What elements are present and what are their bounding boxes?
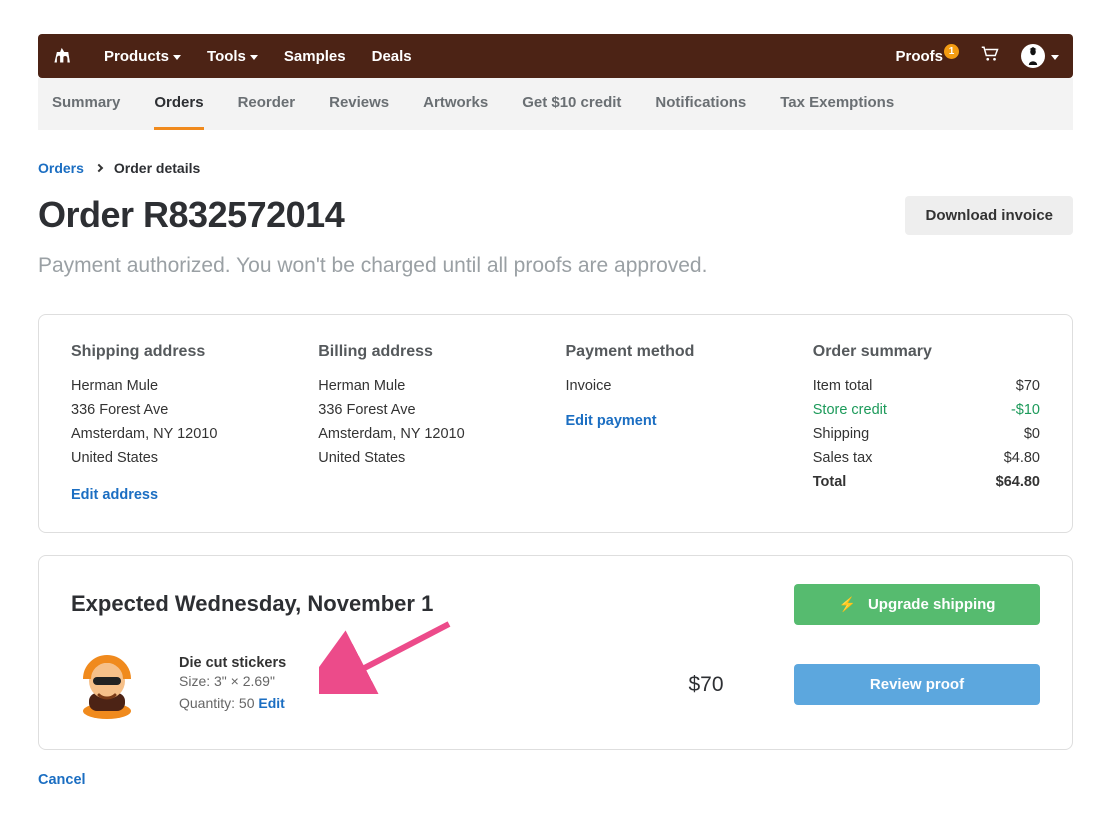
breadcrumb: Orders Order details (38, 160, 1073, 176)
order-summary-title: Order summary (813, 343, 1040, 361)
summary-credit-value: -$10 (1011, 399, 1040, 423)
bolt-icon: ⚡ (839, 596, 856, 613)
shipping-address-title: Shipping address (71, 343, 298, 361)
logo-icon[interactable] (52, 46, 78, 66)
summary-credit-label: Store credit (813, 399, 887, 423)
item-name: Die cut stickers (179, 655, 618, 671)
page-title: Order R832572014 (38, 194, 344, 236)
nav-tools[interactable]: Tools (207, 48, 258, 65)
item-size: Size: 3" × 2.69" (179, 671, 618, 693)
nav-deals[interactable]: Deals (372, 48, 412, 65)
summary-item-total-value: $70 (1016, 375, 1040, 399)
tab-tax-exemptions[interactable]: Tax Exemptions (780, 78, 894, 130)
shipping-line2: Amsterdam, NY 12010 (71, 423, 298, 447)
avatar (1021, 44, 1045, 68)
summary-tax-value: $4.80 (1004, 447, 1040, 471)
chevron-down-icon (173, 55, 181, 60)
shipping-line1: 336 Forest Ave (71, 399, 298, 423)
summary-shipping-label: Shipping (813, 423, 869, 447)
summary-total-label: Total (813, 471, 847, 495)
summary-total-value: $64.80 (996, 471, 1040, 495)
edit-payment-link[interactable]: Edit payment (566, 413, 657, 429)
account-menu[interactable] (1021, 44, 1059, 68)
tab-artworks[interactable]: Artworks (423, 78, 488, 130)
payment-status: Payment authorized. You won't be charged… (38, 254, 1073, 278)
expected-delivery: Expected Wednesday, November 1 (71, 591, 433, 617)
review-proof-button[interactable]: Review proof (794, 664, 1040, 705)
summary-shipping-value: $0 (1024, 423, 1040, 447)
proofs-badge: 1 (944, 44, 959, 59)
item-quantity: Quantity: 50 (179, 695, 255, 711)
nav-products[interactable]: Products (104, 48, 181, 65)
upgrade-shipping-button[interactable]: ⚡ Upgrade shipping (794, 584, 1040, 625)
payment-method-title: Payment method (566, 343, 793, 361)
chevron-right-icon (95, 164, 103, 172)
cart-icon[interactable] (981, 46, 999, 67)
download-invoice-button[interactable]: Download invoice (905, 196, 1073, 235)
cancel-link[interactable]: Cancel (38, 772, 86, 788)
tab-notifications[interactable]: Notifications (655, 78, 746, 130)
chevron-down-icon (1051, 55, 1059, 60)
payment-method-value: Invoice (566, 375, 793, 399)
account-tabs: Summary Orders Reorder Reviews Artworks Get $… (38, 78, 1073, 130)
shipping-name: Herman Mule (71, 375, 298, 399)
shipping-country: United States (71, 447, 298, 471)
tab-reorder[interactable]: Reorder (238, 78, 296, 130)
tab-orders[interactable]: Orders (154, 78, 203, 130)
billing-name: Herman Mule (318, 375, 545, 399)
billing-line1: 336 Forest Ave (318, 399, 545, 423)
billing-address-title: Billing address (318, 343, 545, 361)
item-price: $70 (636, 673, 776, 697)
item-thumbnail (71, 649, 143, 721)
nav-samples[interactable]: Samples (284, 48, 346, 65)
billing-country: United States (318, 447, 545, 471)
edit-quantity-link[interactable]: Edit (258, 695, 284, 711)
nav-proofs[interactable]: Proofs 1 (895, 48, 959, 65)
summary-tax-label: Sales tax (813, 447, 873, 471)
tab-summary[interactable]: Summary (52, 78, 120, 130)
summary-item-total-label: Item total (813, 375, 873, 399)
tab-reviews[interactable]: Reviews (329, 78, 389, 130)
breadcrumb-current: Order details (114, 160, 200, 176)
billing-line2: Amsterdam, NY 12010 (318, 423, 545, 447)
chevron-down-icon (250, 55, 258, 60)
breadcrumb-orders[interactable]: Orders (38, 160, 84, 176)
tab-get-10-credit[interactable]: Get $10 credit (522, 78, 621, 130)
edit-address-link[interactable]: Edit address (71, 487, 158, 503)
